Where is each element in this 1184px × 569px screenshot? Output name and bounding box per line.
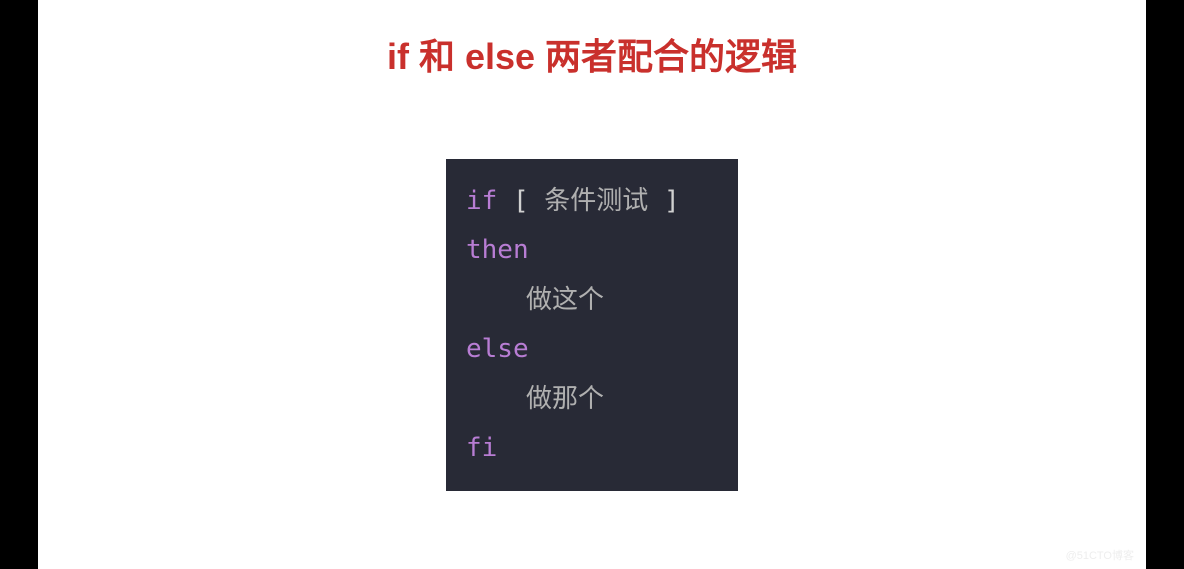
code-line-else: else bbox=[466, 325, 718, 374]
code-line-fi: fi bbox=[466, 424, 718, 473]
code-line-then: then bbox=[466, 226, 718, 275]
bracket-close: ] bbox=[648, 186, 679, 216]
code-line-do-that: 做那个 bbox=[466, 375, 718, 424]
watermark: @51CTO博客 bbox=[1066, 547, 1134, 563]
condition-text: 条件测试 bbox=[544, 186, 648, 216]
code-block: if [ 条件测试 ] then 做这个 else 做那个 fi bbox=[446, 159, 738, 491]
do-that-text: 做那个 bbox=[526, 384, 604, 414]
code-line-if: if [ 条件测试 ] bbox=[466, 177, 718, 226]
left-black-bar bbox=[0, 0, 38, 569]
keyword-else: else bbox=[466, 334, 529, 364]
do-this-text: 做这个 bbox=[526, 285, 604, 315]
keyword-fi: fi bbox=[466, 433, 497, 463]
keyword-if: if bbox=[466, 186, 497, 216]
slide-title: if 和 else 两者配合的逻辑 bbox=[387, 28, 797, 80]
bracket-open: [ bbox=[497, 186, 544, 216]
keyword-then: then bbox=[466, 235, 529, 265]
slide-content: if 和 else 两者配合的逻辑 if [ 条件测试 ] then 做这个 e… bbox=[38, 0, 1146, 569]
code-line-do-this: 做这个 bbox=[466, 276, 718, 325]
right-black-bar bbox=[1146, 0, 1184, 569]
